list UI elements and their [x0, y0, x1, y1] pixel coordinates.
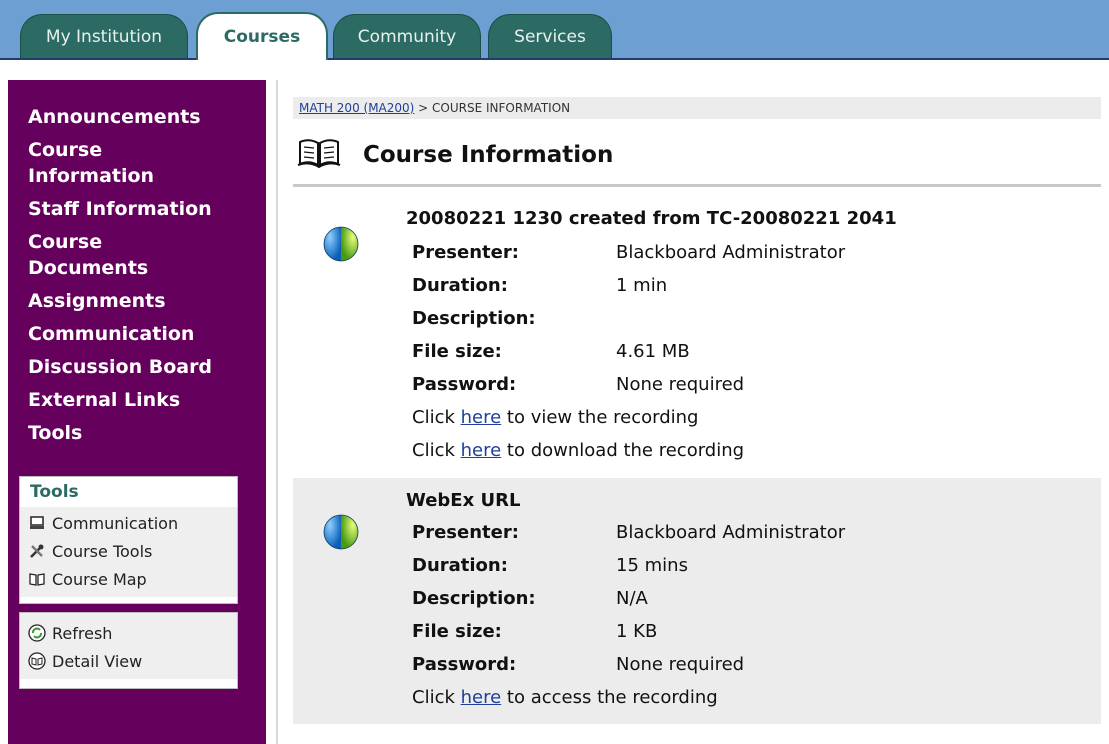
field-duration: Duration: 1 min [412, 273, 667, 299]
action-refresh[interactable]: Refresh [20, 619, 237, 647]
field-value: 15 mins [616, 555, 688, 576]
nav-link-announcements[interactable]: Announcements [28, 104, 258, 130]
field-presenter: Presenter: Blackboard Administrator [412, 520, 845, 546]
tools-icon [28, 542, 46, 560]
field-label: Presenter: [412, 242, 519, 263]
actions-box-list: Refresh Detail View [20, 613, 237, 679]
course-menu: Announcements Course Information Staff I… [8, 80, 266, 744]
tools-box-list: Communication Course Tools Course Map [20, 507, 237, 597]
recording-item: WebEx URL Presenter: Blackboard Administr… [293, 478, 1101, 724]
recording-title: 20080221 1230 created from TC-20080221 2… [406, 208, 897, 229]
field-label: Duration: [412, 555, 508, 576]
field-description: Description: [412, 306, 616, 332]
field-value: 1 min [616, 275, 668, 296]
nav-link-staff-information[interactable]: Staff Information [28, 196, 258, 222]
page-header: Course Information [297, 138, 613, 172]
nav-link-course-information[interactable]: Course Information [28, 137, 168, 189]
field-label: Presenter: [412, 522, 519, 543]
tools-box-title: Tools [20, 477, 237, 507]
recording-item: 20080221 1230 created from TC-20080221 2… [293, 198, 1101, 476]
access-recording-link[interactable]: here [461, 687, 502, 708]
tools-item-course-tools[interactable]: Course Tools [20, 537, 237, 565]
field-label: Duration: [412, 275, 508, 296]
breadcrumb-current: COURSE INFORMATION [432, 101, 571, 115]
tab-community[interactable]: Community [333, 14, 481, 58]
detail-view-icon [28, 652, 46, 670]
field-presenter: Presenter: Blackboard Administrator [412, 240, 845, 266]
view-recording-link[interactable]: here [461, 407, 502, 428]
field-file-size: File size: 4.61 MB [412, 339, 690, 365]
nav-link-communication[interactable]: Communication [28, 321, 258, 347]
field-label: File size: [412, 621, 502, 642]
access-recording-line: Click here to access the recording [412, 685, 718, 711]
title-divider [293, 184, 1101, 187]
field-description: Description: N/A [412, 586, 648, 612]
link-prefix: Click [412, 687, 461, 708]
field-label: Password: [412, 374, 517, 395]
tab-courses[interactable]: Courses [196, 12, 328, 60]
tab-my-institution[interactable]: My Institution [20, 14, 188, 58]
field-value: None required [616, 374, 745, 395]
tools-item-label: Course Tools [52, 541, 153, 561]
nav-link-course-documents[interactable]: Course Documents [28, 229, 168, 281]
field-value: Blackboard Administrator [616, 242, 846, 263]
recording-globe-icon [323, 514, 359, 550]
field-value: Blackboard Administrator [616, 522, 846, 543]
link-suffix: to access the recording [501, 687, 718, 708]
action-label: Detail View [52, 651, 143, 671]
link-suffix: to download the recording [501, 440, 745, 461]
tools-item-label: Communication [52, 513, 179, 533]
tools-item-communication[interactable]: Communication [20, 509, 237, 537]
field-label: Password: [412, 654, 517, 675]
tools-item-course-map[interactable]: Course Map [20, 565, 237, 593]
field-file-size: File size: 1 KB [412, 619, 657, 645]
actions-box: Refresh Detail View [19, 612, 238, 689]
refresh-icon [28, 624, 46, 642]
tools-item-label: Course Map [52, 569, 147, 589]
recording-title: WebEx URL [406, 490, 521, 511]
book-icon [28, 570, 46, 588]
header-spacer [0, 60, 1109, 80]
tools-box: Tools Communication Course Tools Course … [19, 476, 238, 604]
action-detail-view[interactable]: Detail View [20, 647, 237, 675]
field-label: File size: [412, 341, 502, 362]
field-label: Description: [412, 308, 536, 329]
nav-link-discussion-board[interactable]: Discussion Board [28, 354, 258, 380]
download-recording-line: Click here to download the recording [412, 438, 744, 464]
link-prefix: Click [412, 407, 461, 428]
field-value: 4.61 MB [616, 341, 690, 362]
field-duration: Duration: 15 mins [412, 553, 688, 579]
course-menu-links: Announcements Course Information Staff I… [28, 104, 258, 453]
view-recording-line: Click here to view the recording [412, 405, 698, 431]
breadcrumb: MATH 200 (MA200) > COURSE INFORMATION [293, 97, 1101, 119]
action-label: Refresh [52, 623, 113, 643]
download-recording-link[interactable]: here [461, 440, 502, 461]
page-title: Course Information [363, 142, 614, 168]
tab-services[interactable]: Services [488, 14, 612, 58]
top-tab-bar: My Institution Courses Community Service… [0, 0, 1109, 60]
field-password: Password: None required [412, 372, 744, 398]
nav-link-external-links[interactable]: External Links [28, 387, 258, 413]
breadcrumb-separator: > [414, 101, 433, 115]
field-value: N/A [616, 588, 648, 609]
nav-link-tools[interactable]: Tools [28, 420, 258, 446]
field-value: None required [616, 654, 745, 675]
book-icon [297, 138, 341, 172]
column-divider [276, 80, 278, 744]
field-value: 1 KB [616, 621, 658, 642]
nav-link-assignments[interactable]: Assignments [28, 288, 258, 314]
computer-icon [28, 514, 46, 532]
breadcrumb-course-link[interactable]: MATH 200 (MA200) [299, 101, 414, 115]
link-prefix: Click [412, 440, 461, 461]
field-label: Description: [412, 588, 536, 609]
recording-globe-icon [323, 226, 359, 262]
field-password: Password: None required [412, 652, 744, 678]
link-suffix: to view the recording [501, 407, 699, 428]
